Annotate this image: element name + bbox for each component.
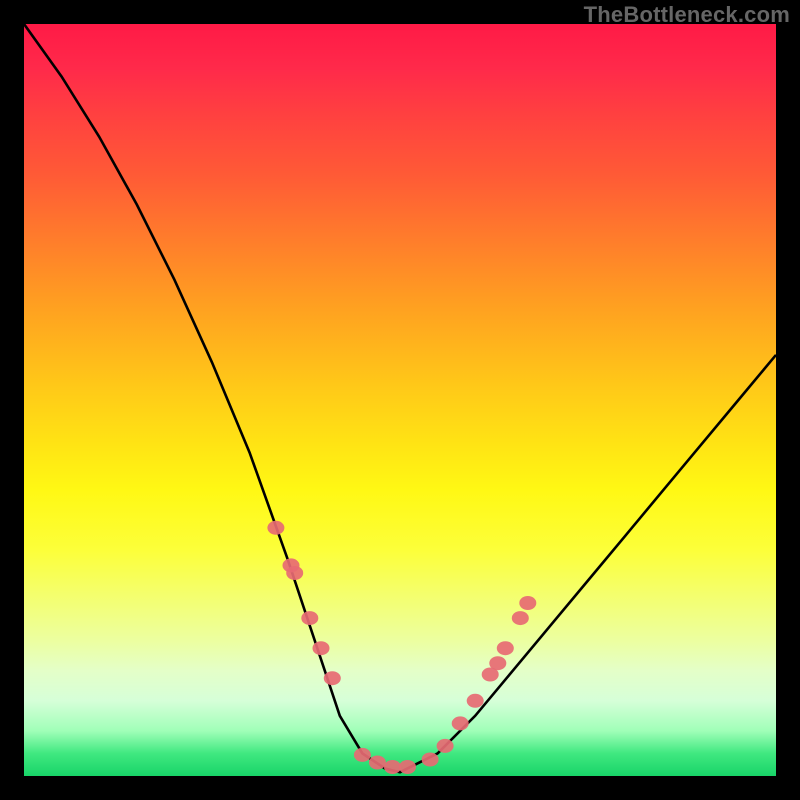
data-point [422, 753, 439, 767]
data-point [489, 656, 506, 670]
data-point [452, 716, 469, 730]
data-point [512, 611, 529, 625]
watermark: TheBottleneck.com [584, 2, 790, 28]
data-point [324, 671, 341, 685]
data-point [369, 756, 386, 770]
data-point [301, 611, 318, 625]
data-point [267, 521, 284, 535]
bottleneck-plot [24, 24, 776, 776]
data-point [384, 760, 401, 774]
data-point [497, 641, 514, 655]
bottleneck-curve [24, 24, 776, 772]
data-point [399, 760, 416, 774]
data-point [437, 739, 454, 753]
data-point [467, 694, 484, 708]
chart-area [24, 24, 776, 776]
data-point [354, 748, 371, 762]
data-point [286, 566, 303, 580]
data-point [519, 596, 536, 610]
data-point [313, 641, 330, 655]
